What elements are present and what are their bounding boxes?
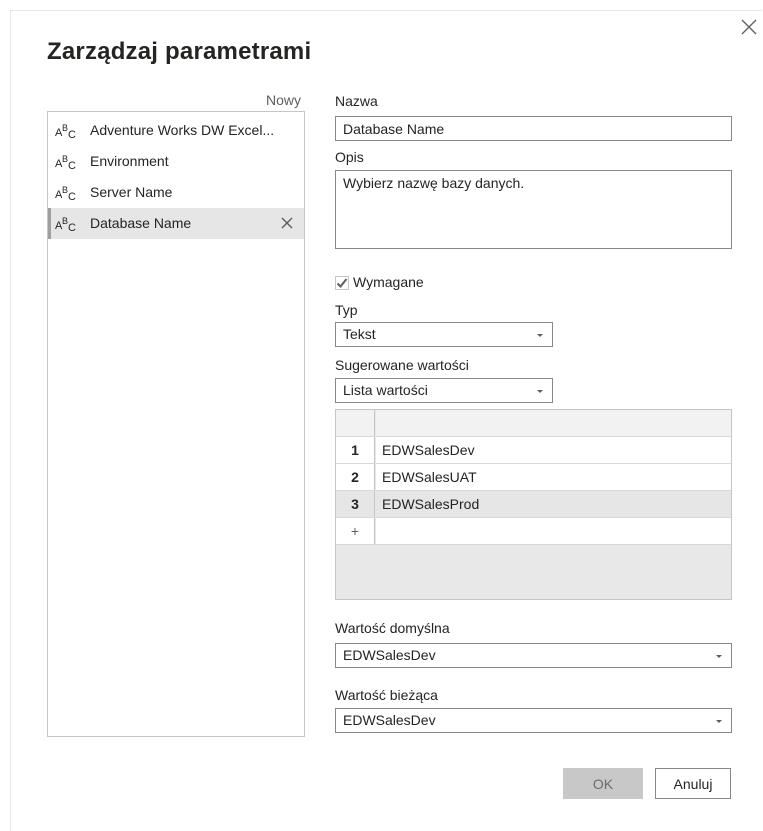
type-label: Typ xyxy=(335,302,358,318)
values-grid: 1 EDWSalesDev 2 EDWSalesUAT 3 EDWSalesPr… xyxy=(335,409,732,600)
value-cell[interactable]: EDWSalesProd xyxy=(376,491,731,518)
svg-text:C: C xyxy=(68,160,76,172)
table-row-selected[interactable]: 3 EDWSalesProd xyxy=(336,491,731,518)
table-row[interactable]: 2 EDWSalesUAT xyxy=(336,464,731,491)
chevron-down-icon xyxy=(716,655,722,658)
row-number: 1 xyxy=(336,437,375,464)
svg-text:C: C xyxy=(68,129,76,141)
parameter-item-selected[interactable]: A B C Database Name xyxy=(48,208,304,239)
description-label: Opis xyxy=(335,149,364,165)
current-value-label: Wartość bieżąca xyxy=(335,687,438,703)
required-checkbox[interactable] xyxy=(335,276,349,290)
parameter-item[interactable]: A B C Environment xyxy=(48,146,304,177)
chevron-down-icon xyxy=(537,334,543,337)
text-type-icon: A B C xyxy=(55,154,76,172)
delete-icon[interactable] xyxy=(280,216,294,230)
row-number: 3 xyxy=(336,491,375,518)
type-value: Tekst xyxy=(343,326,376,342)
add-row-icon[interactable]: + xyxy=(336,518,375,545)
suggested-values-label: Sugerowane wartości xyxy=(335,357,469,373)
cancel-button[interactable]: Anuluj xyxy=(655,768,731,799)
parameter-label: Adventure Works DW Excel... xyxy=(90,122,275,138)
parameter-item[interactable]: A B C Server Name xyxy=(48,177,304,208)
parameter-item[interactable]: A B C Adventure Works DW Excel... xyxy=(48,115,304,146)
dialog-title: Zarządzaj parametrami xyxy=(47,38,312,65)
text-type-icon: A B C xyxy=(55,123,76,141)
parameter-list: A B C Adventure Works DW Excel... A B C … xyxy=(47,111,305,737)
row-number: 2 xyxy=(336,464,375,491)
close-icon[interactable] xyxy=(738,16,760,38)
suggested-values-dropdown[interactable]: Lista wartości xyxy=(335,378,553,403)
parameter-label: Database Name xyxy=(90,215,192,231)
new-value-cell[interactable] xyxy=(376,518,731,545)
svg-text:C: C xyxy=(68,191,76,203)
grid-header-cell xyxy=(376,410,731,437)
suggested-values-value: Lista wartości xyxy=(343,382,428,398)
text-type-icon: A B C xyxy=(55,185,76,203)
current-value: EDWSalesDev xyxy=(343,712,436,728)
svg-text:C: C xyxy=(68,222,76,234)
parameter-label: Server Name xyxy=(90,184,173,200)
add-row[interactable]: + xyxy=(336,518,731,545)
ok-button[interactable]: OK xyxy=(563,768,643,799)
description-textarea[interactable]: Wybierz nazwę bazy danych. xyxy=(335,170,732,249)
new-parameter-button[interactable]: Nowy xyxy=(200,92,301,108)
chevron-down-icon xyxy=(537,390,543,393)
parameter-label: Environment xyxy=(90,153,169,169)
grid-corner xyxy=(336,410,375,437)
chevron-down-icon xyxy=(716,720,722,723)
grid-header-row xyxy=(336,410,731,437)
name-input[interactable] xyxy=(335,116,732,141)
text-type-icon: A B C xyxy=(55,216,76,234)
required-label: Wymagane xyxy=(353,274,424,290)
default-value-dropdown[interactable]: EDWSalesDev xyxy=(335,643,732,668)
table-row[interactable]: 1 EDWSalesDev xyxy=(336,437,731,464)
value-cell[interactable]: EDWSalesUAT xyxy=(376,464,731,491)
value-cell[interactable]: EDWSalesDev xyxy=(376,437,731,464)
name-label: Nazwa xyxy=(335,93,378,109)
type-dropdown[interactable]: Tekst xyxy=(335,322,553,347)
default-value: EDWSalesDev xyxy=(343,647,436,663)
current-value-dropdown[interactable]: EDWSalesDev xyxy=(335,708,732,733)
default-value-label: Wartość domyślna xyxy=(335,620,450,636)
